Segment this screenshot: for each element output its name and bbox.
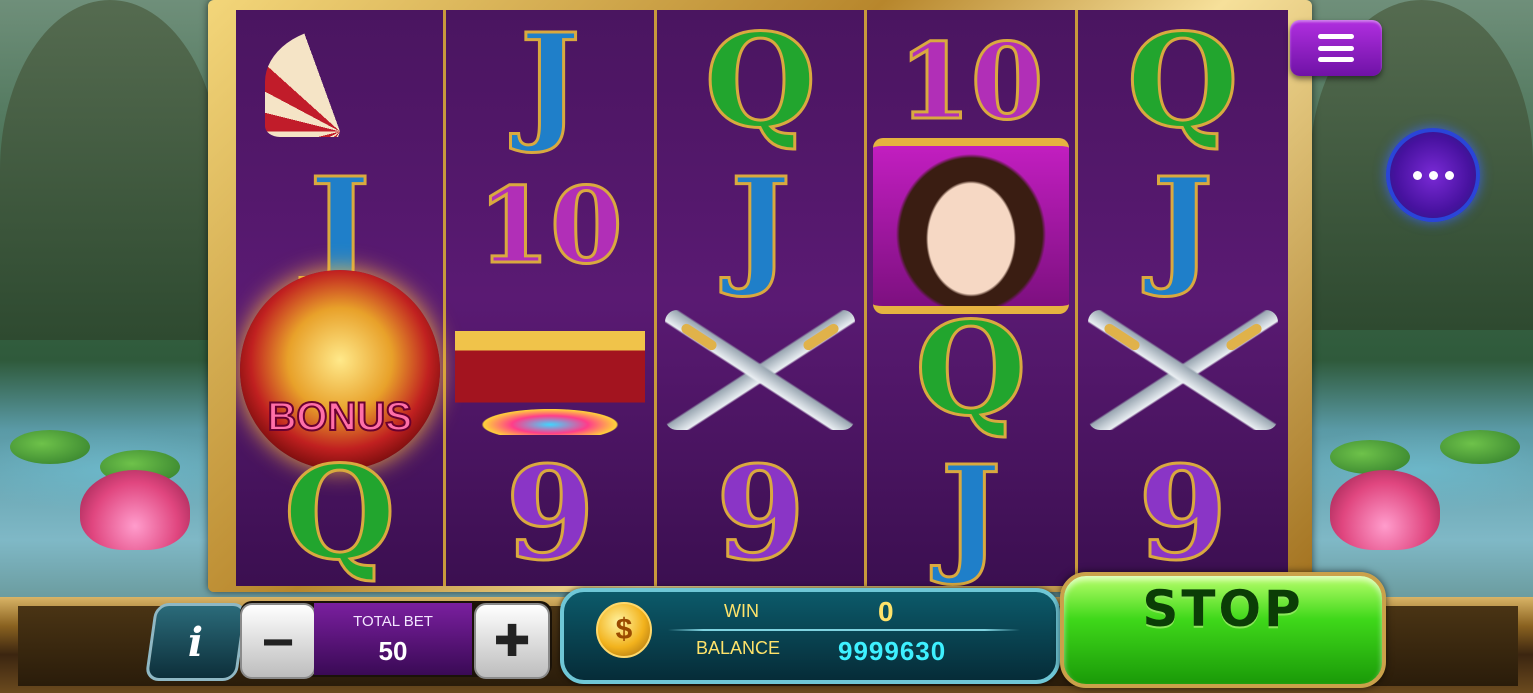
- total-bet-value: 50: [378, 636, 408, 666]
- reel-5: Q J 9: [1078, 10, 1288, 586]
- crossed-swords-icon: [1087, 310, 1278, 430]
- plus-icon: ✚: [493, 616, 531, 666]
- symbol-label: Q: [1126, 10, 1240, 157]
- reel-2: J 10 9: [446, 10, 657, 586]
- princess-portrait-icon: [872, 138, 1069, 314]
- left-mountain: [0, 0, 220, 340]
- win-value: 0: [878, 596, 894, 627]
- left-lotus-flower: [80, 470, 190, 550]
- symbol-9: 9: [657, 442, 864, 586]
- symbol-9: 9: [1078, 442, 1288, 586]
- symbol-label: 9: [1137, 439, 1229, 586]
- bonus-label: BONUS: [266, 394, 412, 440]
- fan-icon: [264, 27, 415, 137]
- hamburger-menu-icon: [1318, 34, 1354, 62]
- decrease-bet-button[interactable]: −: [240, 603, 316, 679]
- left-lotus-leaf: [10, 430, 90, 464]
- reel-1: J BONUS Q: [236, 10, 447, 586]
- symbol-treasure-chest: [446, 298, 653, 442]
- win-label: WIN: [724, 601, 759, 621]
- balance-value: 9999630: [838, 636, 947, 666]
- reel-area: J BONUS Q J 10 9 Q J 9 10 Q J Q J 9: [236, 10, 1288, 586]
- symbol-j: J: [657, 154, 864, 298]
- right-lotus-leaf-2: [1440, 430, 1520, 464]
- symbol-q: Q: [867, 298, 1074, 442]
- symbol-j: J: [446, 10, 653, 154]
- panel-divider: [668, 629, 1020, 631]
- symbol-j: J: [867, 442, 1074, 586]
- balance-label: BALANCE: [696, 638, 781, 658]
- symbol-bonus: BONUS: [236, 270, 443, 470]
- reel-4: 10 Q J: [867, 10, 1078, 586]
- symbol-label: 9: [504, 439, 596, 586]
- symbol-fan: [236, 10, 443, 154]
- info-button[interactable]: i: [144, 603, 248, 681]
- treasure-chest-icon: [455, 305, 646, 435]
- symbol-crossed-swords: [657, 298, 864, 442]
- symbol-label: Q: [703, 10, 817, 157]
- symbol-label: J: [518, 10, 582, 157]
- symbol-label: J: [729, 151, 793, 301]
- minus-icon: −: [261, 609, 295, 673]
- reel-3: Q J 9: [657, 10, 868, 586]
- symbol-10: 10: [867, 10, 1074, 154]
- info-icon: i: [188, 618, 204, 666]
- symbol-label: 9: [714, 439, 806, 586]
- symbol-princess: [867, 138, 1074, 314]
- symbol-label: Q: [282, 439, 396, 586]
- symbol-label: J: [1151, 151, 1215, 301]
- symbol-label: 10: [897, 20, 1045, 143]
- symbol-10: 10: [446, 154, 653, 298]
- right-lotus-flower: [1330, 470, 1440, 550]
- menu-button[interactable]: [1290, 20, 1382, 76]
- crossed-swords-icon: [665, 310, 856, 430]
- more-options-button[interactable]: [1386, 128, 1480, 222]
- more-dots-icon: [1412, 170, 1422, 180]
- stop-label: STOP: [1142, 580, 1304, 638]
- symbol-9: 9: [446, 442, 653, 586]
- right-lotus-leaf: [1330, 440, 1410, 474]
- stop-button[interactable]: STOP: [1060, 572, 1386, 688]
- symbol-q: Q: [236, 442, 443, 586]
- total-bet-display: TOTAL BET 50: [314, 603, 472, 675]
- symbol-label: 10: [476, 164, 624, 287]
- symbol-j: J: [1078, 154, 1288, 298]
- symbol-q: Q: [657, 10, 864, 154]
- total-bet-label: TOTAL BET: [353, 613, 433, 630]
- increase-bet-button[interactable]: ✚: [474, 603, 550, 679]
- symbol-q: Q: [1078, 10, 1288, 154]
- symbol-label: J: [939, 439, 1003, 586]
- symbol-label: Q: [914, 295, 1028, 445]
- symbol-crossed-swords: [1078, 298, 1288, 442]
- coin-icon: $: [596, 602, 652, 658]
